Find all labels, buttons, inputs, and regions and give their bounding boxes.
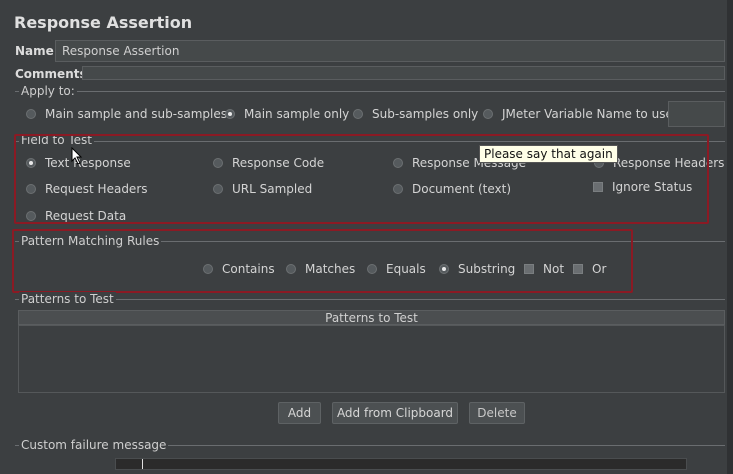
apply-to-legend: Apply to:	[19, 84, 77, 98]
apply-jmeter-var-label: JMeter Variable Name to use	[502, 107, 673, 121]
pattern-matching-highlight	[12, 229, 633, 293]
radio-button-icon	[483, 109, 493, 119]
add-button[interactable]: Add	[278, 402, 321, 424]
radio-selected-icon	[225, 109, 235, 119]
apply-jmeter-var-radio[interactable]: JMeter Variable Name to use	[483, 107, 673, 121]
apply-sub-only-label: Sub-samples only	[372, 107, 479, 121]
custom-failure-input[interactable]	[115, 458, 687, 470]
apply-main-only-label: Main sample only	[244, 107, 350, 121]
tooltip: Please say that again	[479, 145, 618, 163]
panel-title: Response Assertion	[14, 13, 193, 32]
delete-button[interactable]: Delete	[469, 402, 525, 424]
apply-main-and-sub-radio[interactable]: Main sample and sub-samples	[26, 107, 227, 121]
comments-label: Comments:	[15, 67, 92, 81]
apply-main-only-radio[interactable]: Main sample only	[225, 107, 349, 121]
name-label: Name:	[15, 44, 59, 58]
text-caret	[142, 459, 143, 469]
comments-field[interactable]	[82, 66, 725, 80]
add-from-clipboard-button[interactable]: Add from Clipboard	[332, 402, 458, 424]
radio-button-icon	[353, 109, 363, 119]
apply-main-and-sub-label: Main sample and sub-samples	[45, 107, 227, 121]
name-field[interactable]: Response Assertion	[55, 40, 725, 62]
patterns-table-body[interactable]	[18, 325, 725, 393]
patterns-to-test-group	[15, 299, 725, 300]
apply-to-group	[15, 91, 725, 92]
patterns-to-test-legend: Patterns to Test	[19, 292, 116, 306]
mouse-cursor-icon	[71, 147, 83, 165]
radio-button-icon	[26, 109, 36, 119]
apply-sub-only-radio[interactable]: Sub-samples only	[353, 107, 478, 121]
patterns-table-header[interactable]: Patterns to Test	[18, 310, 725, 325]
jmeter-variable-name-input[interactable]	[668, 101, 725, 127]
panel-right-edge	[727, 0, 733, 474]
custom-failure-legend: Custom failure message	[19, 438, 169, 452]
